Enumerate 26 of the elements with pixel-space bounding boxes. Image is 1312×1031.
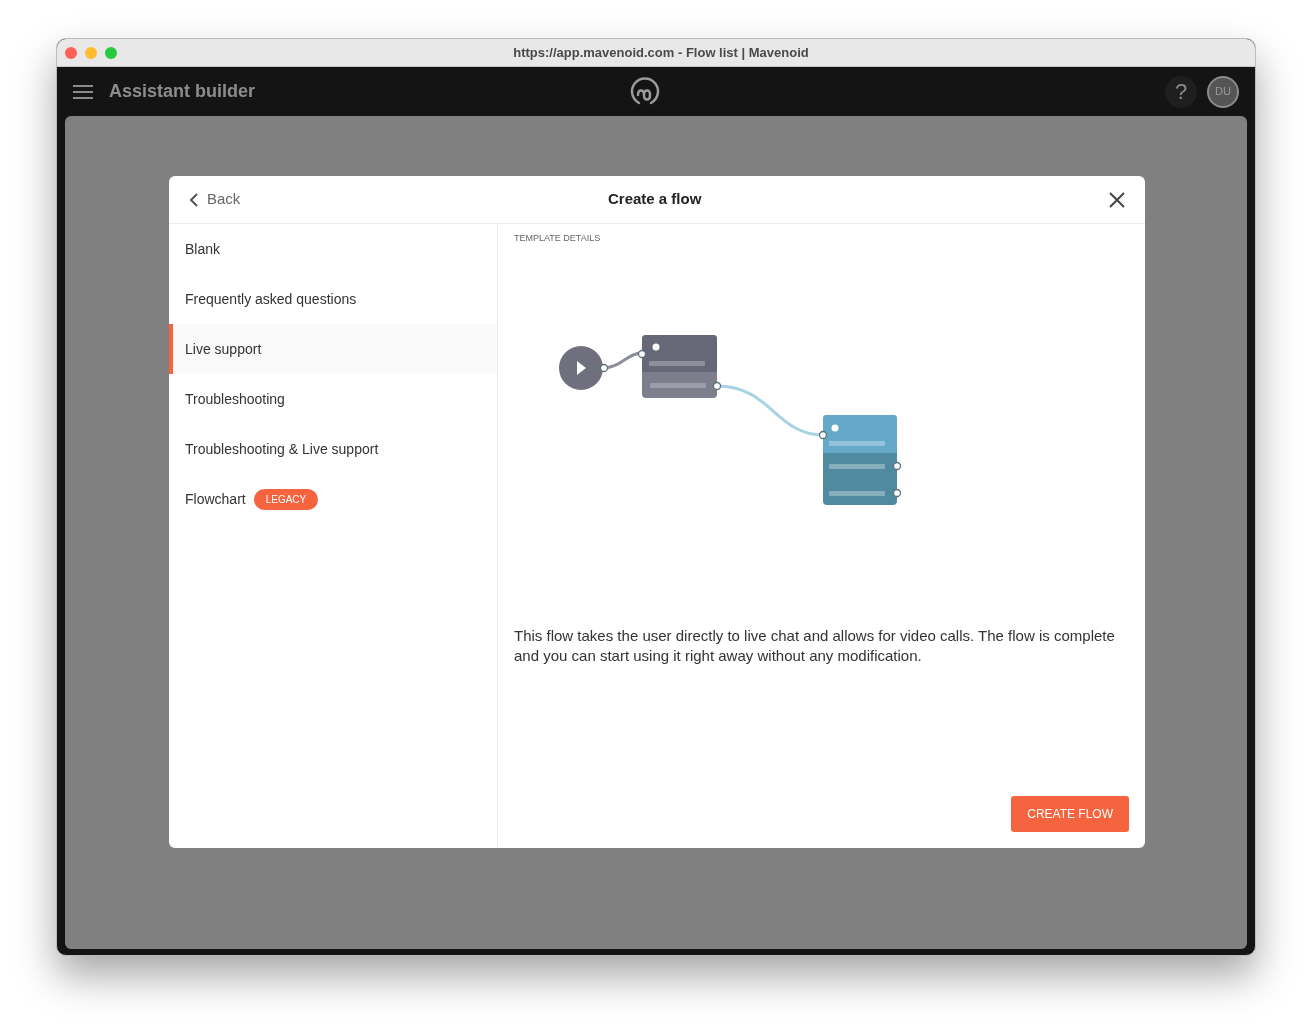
template-item[interactable]: Troubleshooting (169, 374, 497, 424)
template-item[interactable]: Flowchart LEGACY (169, 474, 497, 524)
menu-icon[interactable] (73, 83, 93, 100)
window-title: https://app.mavenoid.com - Flow list | Mavenoid (513, 43, 809, 62)
section-heading: TEMPLATE DETAILS (514, 232, 602, 245)
template-item[interactable]: Troubleshooting & Live support (169, 424, 497, 474)
chevron-left-icon (189, 191, 199, 208)
template-description: This flow takes the user directly to live chat and allows for video calls. The flow is complete and you can start using it right away without any modification. (514, 625, 1116, 666)
template-label: Blank (185, 239, 221, 259)
template-label: Flowchart (185, 489, 246, 509)
template-label: Troubleshooting & Live support (185, 439, 379, 459)
dialog-title: Create a flow (608, 189, 702, 210)
template-item[interactable]: Blank (169, 224, 497, 274)
back-button[interactable]: Back (189, 188, 241, 211)
close-window-button[interactable] (65, 46, 77, 59)
template-item[interactable]: Live support (169, 324, 497, 374)
template-label: Troubleshooting (185, 389, 285, 409)
app-title: Assistant builder (109, 80, 256, 103)
legacy-badge: LEGACY (253, 488, 319, 510)
minimize-window-button[interactable] (85, 46, 97, 59)
help-button[interactable]: ? (1165, 75, 1197, 108)
zoom-window-button[interactable] (105, 46, 117, 59)
template-label: Frequently asked questions (185, 289, 357, 309)
close-icon[interactable] (1109, 191, 1125, 208)
template-label: Live support (185, 339, 262, 359)
template-item[interactable]: Frequently asked questions (169, 274, 497, 324)
